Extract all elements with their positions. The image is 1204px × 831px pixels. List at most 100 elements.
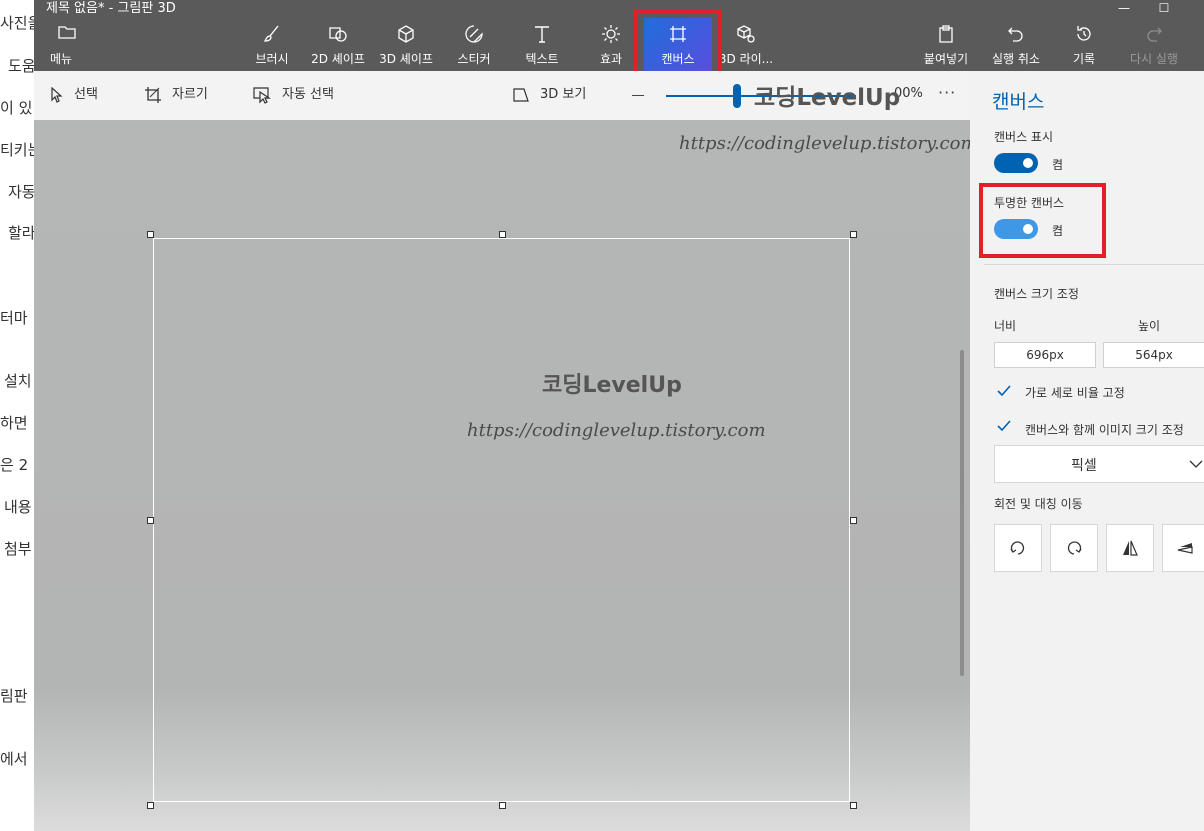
crop-label: 자르기 <box>172 87 208 102</box>
canvas-label: 캔버스 <box>661 52 695 66</box>
crop-tool[interactable]: 자르기 <box>144 85 208 107</box>
transparent-canvas-label: 투명한 캔버스 <box>994 196 1065 210</box>
ribbon-2d-shapes-button[interactable]: 2D 셰이프 <box>306 18 370 71</box>
minimize-button[interactable]: — <box>1109 0 1139 18</box>
watermark-title: 코딩LevelUp <box>542 373 682 398</box>
unit-value: 픽셀 <box>1071 458 1097 474</box>
rotate-flip-label: 회전 및 대칭 이동 <box>994 497 1083 511</box>
unit-dropdown[interactable]: 픽셀 <box>994 445 1204 483</box>
lock-ratio-label: 가로 세로 비율 고정 <box>1025 386 1125 400</box>
resize-canvas-label: 캔버스 크기 조정 <box>994 287 1079 301</box>
doc-fragment: 첨부 <box>4 540 32 558</box>
ribbon-history-button[interactable]: 기록 <box>1064 18 1104 71</box>
stickers-label: 스티커 <box>457 52 491 66</box>
watermark-url: https://codinglevelup.tistory.com <box>467 420 766 441</box>
shapes-2d-label: 2D 셰이프 <box>311 52 365 66</box>
doc-fragment: 은 2 <box>0 456 29 474</box>
ribbon-paste-button[interactable]: 붙여넣기 <box>922 18 970 71</box>
canvas-area[interactable] <box>153 238 850 802</box>
height-input[interactable]: 564px <box>1103 342 1204 368</box>
width-label: 너비 <box>994 319 1017 333</box>
shapes-2d-icon <box>306 24 370 52</box>
doc-fragment: 도움 <box>8 57 34 75</box>
rotate-right-button[interactable] <box>1050 524 1098 572</box>
undo-icon <box>986 24 1046 52</box>
view-3d-label: 3D 보기 <box>540 87 587 102</box>
more-options-button[interactable]: ··· <box>938 83 956 102</box>
brush-label: 브러시 <box>255 52 289 66</box>
overlay-watermark-title: 코딩LevelUp <box>754 85 901 111</box>
crop-icon <box>145 86 161 103</box>
canvas-icon <box>644 24 712 52</box>
ribbon-redo-button[interactable]: 다시 실행 <box>1124 18 1184 71</box>
clipboard-icon <box>922 24 970 52</box>
title-bar: 제목 없음* - 그림판 3D — ☐ <box>34 0 1204 18</box>
transparent-canvas-toggle[interactable] <box>994 219 1038 239</box>
zoom-slider-thumb[interactable] <box>733 84 741 108</box>
ribbon-3d-shapes-button[interactable]: 3D 셰이프 <box>374 18 438 71</box>
resize-image-checkbox[interactable] <box>996 418 1012 434</box>
toggle-knob <box>1023 224 1033 234</box>
resize-handle-bottom-left[interactable] <box>147 802 154 809</box>
folder-icon <box>50 24 90 52</box>
flip-horizontal-icon <box>1123 540 1138 556</box>
rotate-left-icon <box>1010 541 1025 555</box>
ribbon: 메뉴 브러시 2D 셰이프 3D 셰이프 스티커 텍스트 효과 캔버스 3D 라… <box>34 18 1204 71</box>
doc-fragment: 할라 <box>8 224 34 242</box>
resize-handle-left[interactable] <box>147 517 154 524</box>
show-canvas-toggle[interactable] <box>994 153 1038 173</box>
canvas-side-panel: 캔버스 캔버스 표시 켬 투명한 캔버스 켬 캔버스 크기 조정 너비 높이 6… <box>970 71 1204 831</box>
ribbon-undo-button[interactable]: 실행 취소 <box>986 18 1046 71</box>
maximize-button[interactable]: ☐ <box>1149 0 1179 18</box>
doc-fragment: 내용 <box>4 498 32 516</box>
resize-handle-bottom[interactable] <box>499 802 506 809</box>
width-input[interactable]: 696px <box>994 342 1096 368</box>
panel-divider <box>984 264 1204 265</box>
magic-select-tool[interactable]: 자동 선택 <box>252 85 334 107</box>
shapes-3d-label: 3D 셰이프 <box>379 52 433 66</box>
flip-vertical-icon <box>1177 543 1193 554</box>
resize-handle-top-right[interactable] <box>850 231 857 238</box>
history-icon <box>1064 24 1104 52</box>
doc-fragment: 이 있 <box>0 99 33 117</box>
resize-handle-bottom-right[interactable] <box>850 802 857 809</box>
watermark-url-top: https://codinglevelup.tistory.com <box>679 133 970 154</box>
transparent-canvas-state: 켬 <box>1052 224 1064 238</box>
redo-label: 다시 실행 <box>1130 52 1178 66</box>
window-title: 제목 없음* - 그림판 3D <box>46 1 176 16</box>
library-3d-icon <box>718 24 774 52</box>
brush-icon <box>252 24 292 52</box>
resize-image-label: 캔버스와 함께 이미지 크기 조정 <box>1025 423 1184 437</box>
resize-handle-top[interactable] <box>499 231 506 238</box>
sticker-icon <box>452 24 496 52</box>
text-label: 텍스트 <box>525 52 559 66</box>
toggle-knob <box>1023 158 1033 168</box>
magic-select-icon <box>253 86 271 104</box>
ribbon-canvas-button[interactable]: 캔버스 <box>644 18 712 71</box>
lock-ratio-checkbox[interactable] <box>996 383 1012 399</box>
menu-label: 메뉴 <box>50 52 73 66</box>
ribbon-stickers-button[interactable]: 스티커 <box>452 18 496 71</box>
ribbon-3d-library-button[interactable]: 3D 라이... <box>718 18 774 71</box>
redo-icon <box>1124 24 1184 52</box>
effects-label: 효과 <box>599 52 623 66</box>
height-label: 높이 <box>1138 319 1161 333</box>
background-document: 사진을 도움 이 있 티키는 자동 할라 터마 설치 하면 은 2 내용 첨부 … <box>0 0 34 831</box>
zoom-out-button[interactable] <box>632 95 644 96</box>
ribbon-brush-button[interactable]: 브러시 <box>252 18 292 71</box>
show-canvas-state: 켬 <box>1052 158 1064 172</box>
undo-label: 실행 취소 <box>992 52 1040 66</box>
menu-button[interactable]: 메뉴 <box>50 18 90 71</box>
ribbon-effects-button[interactable]: 효과 <box>596 18 626 71</box>
select-tool[interactable]: 선택 <box>50 85 98 107</box>
resize-handle-right[interactable] <box>850 517 857 524</box>
flip-vertical-button[interactable] <box>1162 524 1204 572</box>
vertical-scrollbar[interactable] <box>960 350 964 676</box>
rotate-left-button[interactable] <box>994 524 1042 572</box>
canvas-workspace[interactable]: https://codinglevelup.tistory.com 코딩Leve… <box>34 120 970 831</box>
resize-handle-top-left[interactable] <box>147 231 154 238</box>
flip-horizontal-button[interactable] <box>1106 524 1154 572</box>
chevron-down-icon <box>1189 460 1203 468</box>
ribbon-text-button[interactable]: 텍스트 <box>520 18 564 71</box>
view-3d-toggle[interactable]: 3D 보기 <box>512 85 586 107</box>
